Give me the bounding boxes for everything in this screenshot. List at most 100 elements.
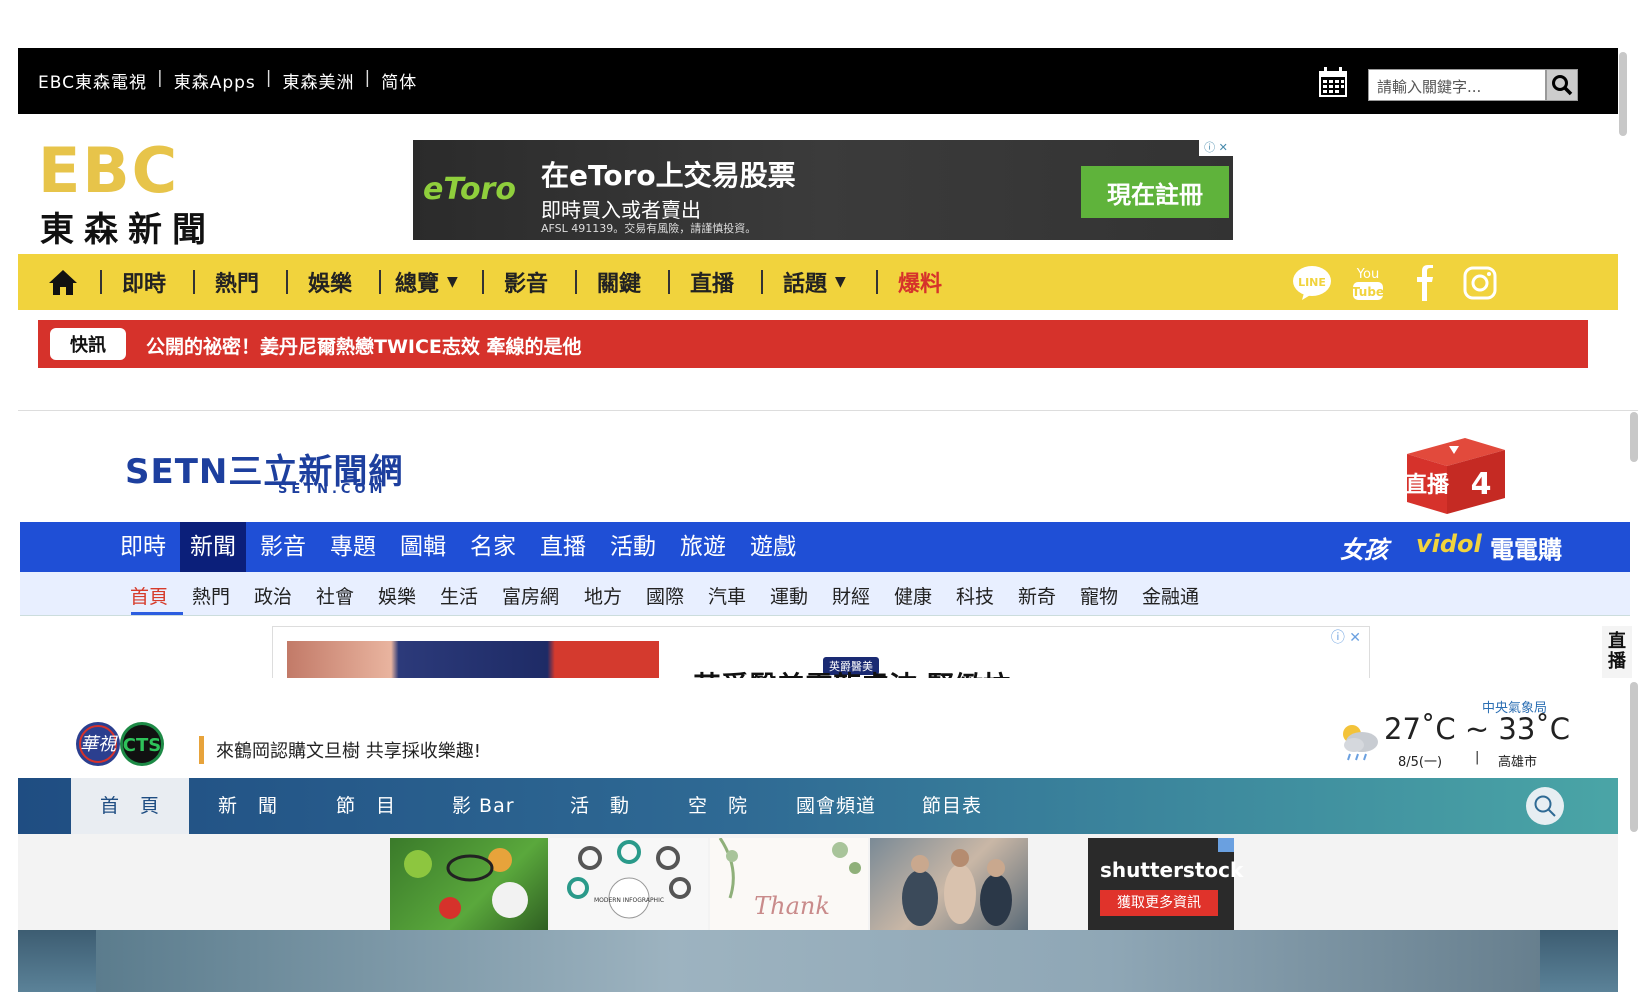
- setn-subnav-life[interactable]: 生活: [440, 582, 478, 609]
- ad-close-icon[interactable]: ⓘ ✕: [1331, 627, 1361, 647]
- cts-tagline[interactable]: 來鶴岡認購文旦樹 共享採收樂趣!: [216, 737, 481, 763]
- setn-scrollbar-thumb[interactable]: [1630, 412, 1638, 462]
- setn-subnav-entertainment[interactable]: 娛樂: [378, 582, 416, 609]
- setn-subnav-society[interactable]: 社會: [316, 582, 354, 609]
- ad-choices-icon[interactable]: [1218, 838, 1234, 852]
- setn-subnav-hot[interactable]: 熱門: [192, 582, 230, 609]
- nav-item-video[interactable]: 影音: [504, 266, 548, 298]
- ebc-top-bar: EBC東森電視 | 東森Apps | 東森美洲 | 简体 請輸入關鍵字...: [18, 48, 1618, 114]
- setn-sub-nav: 首頁 熱門 政治 社會 娛樂 生活 富房網 地方 國際 汽車 運動 財經 健康 …: [20, 572, 1630, 616]
- ad-cta-button[interactable]: 現在註冊: [1081, 166, 1229, 218]
- setn-subnav-realestate[interactable]: 富房網: [502, 582, 559, 609]
- cts-nav-air-college[interactable]: 空 院: [688, 778, 748, 834]
- nav-item-live[interactable]: 直播: [690, 266, 734, 298]
- nav-item-entertainment[interactable]: 娛樂: [308, 266, 352, 298]
- ebc-logo-subtitle: 東森新聞: [40, 210, 216, 250]
- line-icon[interactable]: LINE: [1292, 264, 1332, 302]
- setn-nav-features[interactable]: 專題: [320, 522, 386, 572]
- setn-banner-ad[interactable]: 英爵醫美 ⓘ ✕ 英爵醫美靈龍膚波 緊緻拉: [272, 626, 1370, 678]
- ebc-banner-ad[interactable]: eToro 在eToro上交易股票 即時買入或者賣出 AFSL 491139。交…: [413, 140, 1233, 240]
- setn-side-live-tab[interactable]: 直播: [1602, 626, 1632, 678]
- nav-item-keyword[interactable]: 關鍵: [597, 266, 641, 298]
- home-icon[interactable]: [48, 268, 78, 296]
- ebc-search-button[interactable]: [1546, 69, 1578, 101]
- cts-scrollbar-thumb[interactable]: [1630, 682, 1638, 832]
- svg-text:華視: 華視: [80, 734, 118, 755]
- top-link-ebc-tv[interactable]: EBC東森電視: [38, 68, 147, 93]
- ebc-logo-mark: EBC: [38, 134, 180, 207]
- ad-subtitle: 即時買入或者賣出: [541, 198, 701, 222]
- cts-nav-schedule[interactable]: 節目表: [922, 778, 982, 834]
- ad-tile-thank-you[interactable]: Thank: [710, 837, 868, 930]
- setn-live-badge[interactable]: 直播 4: [1395, 436, 1513, 518]
- setn-subnav-novelty[interactable]: 新奇: [1018, 582, 1056, 609]
- instagram-icon[interactable]: [1460, 264, 1500, 302]
- ad-title: 在eToro上交易股票: [541, 159, 796, 192]
- setn-subnav-fintech[interactable]: 金融通: [1142, 582, 1199, 609]
- setn-subnav-health[interactable]: 健康: [894, 582, 932, 609]
- setn-nav-news[interactable]: 新聞: [180, 522, 246, 572]
- cts-main-nav: 首 頁 新 聞 節 目 影 Bar 活 動 空 院 國會頻道 節目表: [18, 778, 1618, 834]
- setn-nav-travel[interactable]: 旅遊: [670, 522, 736, 572]
- ad-tile-shutterstock[interactable]: shutterstock 獲取更多資訊: [1088, 838, 1243, 932]
- setn-subnav-politics[interactable]: 政治: [254, 582, 292, 609]
- setn-subnav-home[interactable]: 首頁: [130, 582, 168, 609]
- top-link-america[interactable]: 東森美洲: [283, 68, 355, 93]
- setn-subnav-sports[interactable]: 運動: [770, 582, 808, 609]
- cts-hero-banner[interactable]: [18, 930, 1618, 992]
- setn-nav-events[interactable]: 活動: [600, 522, 666, 572]
- breaking-news-label: 快訊: [50, 328, 126, 360]
- setn-subnav-auto[interactable]: 汽車: [708, 582, 746, 609]
- ad-tile-infographic[interactable]: MODERN INFOGRAPHIC: [550, 838, 708, 930]
- cts-nav-news[interactable]: 新 聞: [218, 778, 278, 834]
- top-link-separator: |: [156, 68, 164, 88]
- cts-nav-events[interactable]: 活 動: [570, 778, 630, 834]
- ebc-top-links: EBC東森電視 | 東森Apps | 東森美洲 | 简体: [38, 68, 417, 93]
- cts-nav-video-bar[interactable]: 影 Bar: [452, 778, 515, 834]
- setn-nav-gallery[interactable]: 圖輯: [390, 522, 456, 572]
- setn-subnav-local[interactable]: 地方: [584, 582, 622, 609]
- setn-subnav-pets[interactable]: 寵物: [1080, 582, 1118, 609]
- breaking-news-headline[interactable]: 公開的祕密！姜丹尼爾熱戀TWICE志效 牽線的是他: [146, 332, 582, 359]
- shutterstock-cta-button[interactable]: 獲取更多資訊: [1100, 890, 1218, 916]
- ebc-logo[interactable]: EBC 東森新聞: [38, 134, 218, 251]
- setn-subnav-finance[interactable]: 財經: [832, 582, 870, 609]
- setn-nav-games[interactable]: 遊戲: [740, 522, 806, 572]
- weather-city[interactable]: 高雄市: [1498, 751, 1537, 770]
- setn-nav-columnists[interactable]: 名家: [460, 522, 526, 572]
- setn-subnav-tech[interactable]: 科技: [956, 582, 994, 609]
- top-link-apps[interactable]: 東森Apps: [174, 68, 256, 93]
- setn-brand-vidol[interactable]: vidol: [1416, 530, 1482, 558]
- nav-item-tips[interactable]: 爆料: [898, 266, 942, 298]
- cts-logo[interactable]: 華視 CTS: [74, 720, 178, 768]
- cts-nav-programs[interactable]: 節 目: [336, 778, 396, 834]
- top-link-simplified[interactable]: 简体: [381, 68, 417, 93]
- ebc-search-input[interactable]: 請輸入關鍵字...: [1368, 69, 1546, 101]
- setn-nav-instant[interactable]: 即時: [110, 522, 176, 572]
- setn-brand-shop[interactable]: 電電購: [1490, 530, 1562, 565]
- ad-close-icon[interactable]: ⓘ ✕: [1199, 140, 1233, 156]
- nav-item-topics[interactable]: 話題 ▼: [783, 266, 846, 298]
- svg-text:You: You: [1356, 267, 1379, 282]
- setn-brand-girl[interactable]: 女孩: [1340, 530, 1388, 565]
- cts-search-button[interactable]: [1526, 787, 1564, 825]
- svg-text:LINE: LINE: [1298, 276, 1326, 289]
- ad-tile-fitness[interactable]: [870, 838, 1028, 930]
- setn-live-label: 直播: [1405, 472, 1450, 498]
- ebc-scrollbar-thumb[interactable]: [1619, 52, 1627, 136]
- youtube-icon[interactable]: You Tube: [1348, 264, 1388, 302]
- cts-nav-parliament[interactable]: 國會頻道: [796, 778, 876, 834]
- tagline-accent-bar: [199, 736, 204, 764]
- ad-tile-sports[interactable]: [390, 838, 548, 930]
- nav-item-hot[interactable]: 熱門: [215, 266, 259, 298]
- cts-nav-home[interactable]: 首 頁: [71, 778, 189, 834]
- calendar-icon[interactable]: [1318, 66, 1348, 98]
- ebc-breaking-news-bar[interactable]: 快訊 公開的祕密！姜丹尼爾熱戀TWICE志效 牽線的是他: [38, 320, 1588, 368]
- facebook-icon[interactable]: [1404, 264, 1444, 302]
- weather-date: 8/5(一): [1398, 755, 1443, 770]
- nav-item-instant[interactable]: 即時: [122, 266, 166, 298]
- setn-subnav-international[interactable]: 國際: [646, 582, 684, 609]
- setn-nav-live[interactable]: 直播: [530, 522, 596, 572]
- nav-item-overview[interactable]: 總覽 ▼: [395, 266, 458, 298]
- setn-nav-video[interactable]: 影音: [250, 522, 316, 572]
